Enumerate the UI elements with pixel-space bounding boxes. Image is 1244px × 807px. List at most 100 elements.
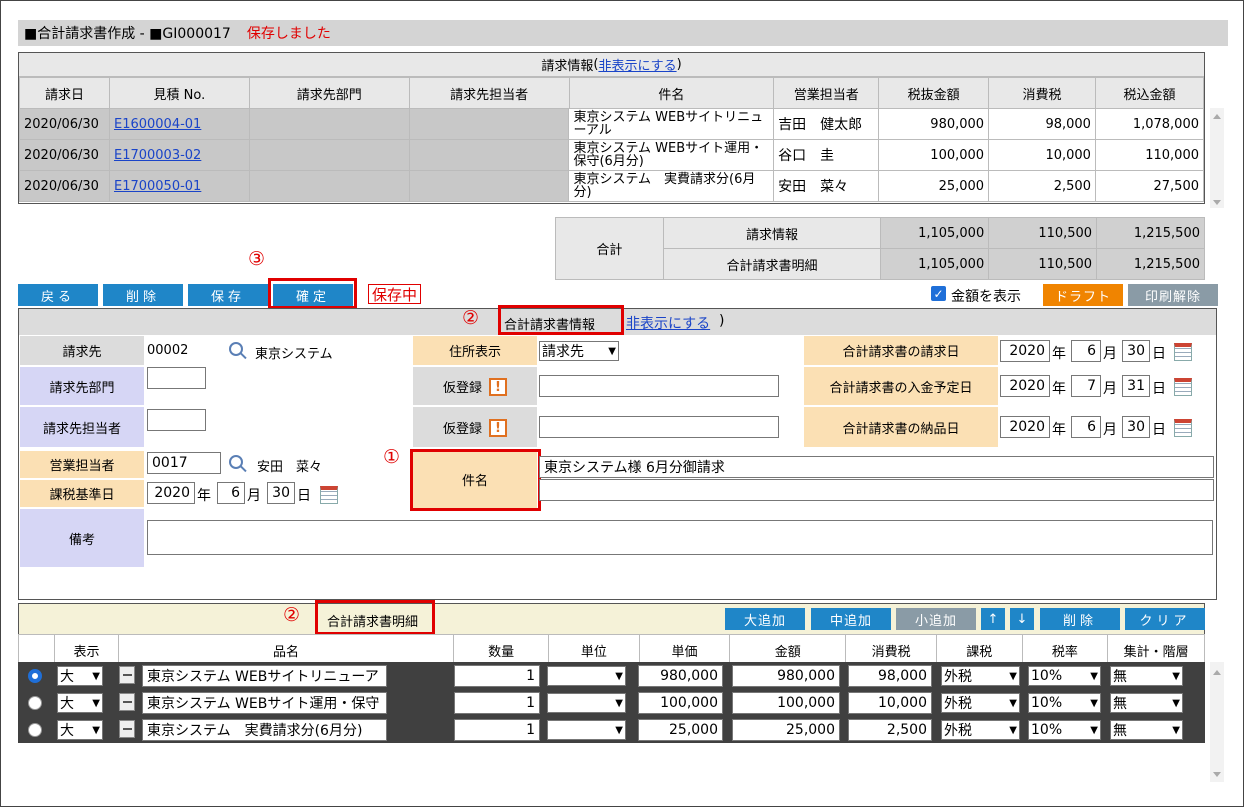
agg-select[interactable]: 無 ▼ <box>1110 693 1183 713</box>
taxtype-select[interactable]: 外税 ▼ <box>941 666 1020 686</box>
add-medium-button[interactable]: 中追加 <box>811 608 891 630</box>
unit-select[interactable]: ▼ <box>547 666 626 686</box>
save-button[interactable]: 保存 <box>188 284 268 306</box>
pay-month-input[interactable]: 7 <box>1071 375 1101 397</box>
size-select[interactable]: 大 ▼ <box>57 666 103 686</box>
col-header: 請求先担当者 <box>408 77 570 109</box>
print-release-button[interactable]: 印刷解除 <box>1128 284 1218 306</box>
search-icon[interactable] <box>229 342 243 356</box>
qty-input[interactable]: 1 <box>454 692 540 714</box>
bill-year-input[interactable]: 2020 <box>1000 340 1050 362</box>
taxtype-select[interactable]: 外税 ▼ <box>941 693 1020 713</box>
warning-icon[interactable]: ! <box>489 419 507 437</box>
taxtype-value: 外税 <box>944 723 972 739</box>
address-select[interactable]: 請求先 ▼ <box>539 341 619 361</box>
taxtype-select[interactable]: 外税 ▼ <box>941 720 1020 740</box>
invoice-scrollbar[interactable] <box>1210 108 1224 208</box>
temp1-input[interactable] <box>539 375 779 397</box>
move-up-button[interactable]: ↑ <box>981 608 1005 630</box>
size-select[interactable]: 大 ▼ <box>57 720 103 740</box>
quote-link[interactable]: E1600004-01 <box>114 117 201 132</box>
row-select-radio[interactable] <box>28 723 42 737</box>
temp1-label: 仮登録 <box>413 367 537 405</box>
row-select-radio[interactable] <box>28 669 42 683</box>
price-input[interactable]: 25,000 <box>638 719 723 741</box>
tax-input[interactable]: 10,000 <box>848 692 932 714</box>
rate-select[interactable]: 10% ▼ <box>1028 693 1101 713</box>
qty-input[interactable]: 1 <box>454 665 540 687</box>
unit-month: 月 <box>1103 422 1117 438</box>
details-scrollbar[interactable] <box>1210 662 1224 782</box>
collapse-icon[interactable] <box>119 666 135 684</box>
rate-select[interactable]: 10% ▼ <box>1028 666 1101 686</box>
amount-input[interactable]: 100,000 <box>732 692 840 714</box>
price-input[interactable]: 100,000 <box>638 692 723 714</box>
subject-input[interactable]: 東京システム様 6月分御請求 <box>539 456 1214 478</box>
bill-month-input[interactable]: 6 <box>1071 340 1101 362</box>
pay-year-input[interactable]: 2020 <box>1000 375 1050 397</box>
show-amount-checkbox[interactable]: ✓ <box>931 286 946 301</box>
tax-day-input[interactable]: 30 <box>267 482 295 504</box>
delete-button[interactable]: 削除 <box>103 284 183 306</box>
size-select[interactable]: 大 ▼ <box>57 693 103 713</box>
quote-link[interactable]: E1700050-01 <box>114 179 201 194</box>
tax-month-input[interactable]: 6 <box>217 482 245 504</box>
temp2-input[interactable] <box>539 416 779 438</box>
deliv-month-input[interactable]: 6 <box>1071 416 1101 438</box>
highlight-subject <box>410 449 541 511</box>
tax-input[interactable]: 2,500 <box>848 719 932 741</box>
item-name-input[interactable]: 東京システム 実費請求分(6月分) <box>142 719 387 741</box>
dept-input[interactable] <box>147 367 206 389</box>
agg-select[interactable]: 無 ▼ <box>1110 720 1183 740</box>
back-button[interactable]: 戻る <box>18 284 98 306</box>
calendar-icon[interactable] <box>1174 419 1192 437</box>
row-select-radio[interactable] <box>28 696 42 710</box>
deliv-year-input[interactable]: 2020 <box>1000 416 1050 438</box>
pay-day-input[interactable]: 31 <box>1122 375 1150 397</box>
note-textarea[interactable] <box>147 520 1213 555</box>
collapse-icon[interactable] <box>119 720 135 738</box>
price-input[interactable]: 980,000 <box>638 665 723 687</box>
tax-year-input[interactable]: 2020 <box>147 482 195 504</box>
invoice-info-hide-link[interactable]: 非表示にする <box>598 55 676 74</box>
amount-input[interactable]: 25,000 <box>732 719 840 741</box>
scroll-down-arrow[interactable] <box>1213 200 1221 205</box>
quote-link[interactable]: E1700003-02 <box>114 148 201 163</box>
agg-select[interactable]: 無 ▼ <box>1110 666 1183 686</box>
collapse-icon[interactable] <box>119 693 135 711</box>
amount-input[interactable]: 980,000 <box>732 665 840 687</box>
unit-select[interactable]: ▼ <box>547 720 626 740</box>
qty-input[interactable]: 1 <box>454 719 540 741</box>
sales-code-input[interactable]: 0017 <box>147 452 221 474</box>
chevron-down-icon: ▼ <box>1009 724 1017 736</box>
warning-icon[interactable]: ! <box>489 378 507 396</box>
add-large-button[interactable]: 大追加 <box>725 608 805 630</box>
person-input[interactable] <box>147 409 206 431</box>
scroll-down-arrow[interactable] <box>1213 772 1221 777</box>
calendar-icon[interactable] <box>320 486 338 504</box>
draft-button[interactable]: ドラフト <box>1043 284 1123 306</box>
add-small-button[interactable]: 小追加 <box>896 608 976 630</box>
cell-text: 980,000 <box>930 116 985 132</box>
deliv-day-input[interactable]: 30 <box>1122 416 1150 438</box>
subject-input-2[interactable] <box>539 479 1214 501</box>
form-hide-link[interactable]: 非表示にする <box>626 313 710 333</box>
move-down-button[interactable]: ↓ <box>1010 608 1034 630</box>
scroll-up-arrow[interactable] <box>1213 114 1221 119</box>
cell-text: 1,078,000 <box>1132 116 1199 132</box>
tax-input[interactable]: 98,000 <box>848 665 932 687</box>
rate-select[interactable]: 10% ▼ <box>1028 720 1101 740</box>
clear-button[interactable]: クリア <box>1125 608 1205 630</box>
calendar-icon[interactable] <box>1174 343 1192 361</box>
pay-date-label: 合計請求書の入金予定日 <box>804 367 998 405</box>
item-name-input[interactable]: 東京システム WEBサイトリニューア <box>142 665 387 687</box>
table-cell: 2020/06/30 <box>19 108 110 140</box>
calendar-icon[interactable] <box>1174 378 1192 396</box>
search-icon[interactable] <box>229 455 243 469</box>
temp2-label: 仮登録 <box>413 407 537 447</box>
bill-day-input[interactable]: 30 <box>1122 340 1150 362</box>
unit-select[interactable]: ▼ <box>547 693 626 713</box>
item-name-input[interactable]: 東京システム WEBサイト運用・保守 <box>142 692 387 714</box>
details-delete-button[interactable]: 削除 <box>1040 608 1120 630</box>
scroll-up-arrow[interactable] <box>1213 670 1221 675</box>
